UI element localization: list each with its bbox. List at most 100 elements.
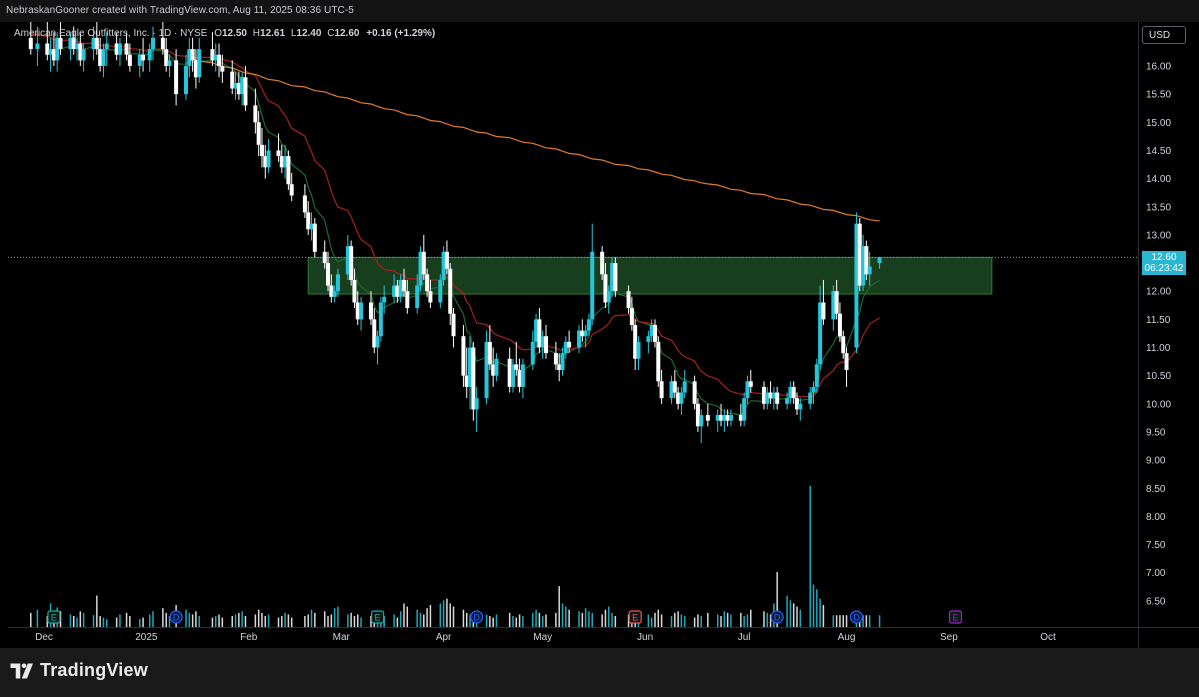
volume-bar (333, 608, 336, 627)
x-tick-label: Aug (838, 632, 856, 643)
y-tick-label: 9.50 (1146, 427, 1166, 438)
volume-bar (508, 612, 511, 627)
volume-bar (647, 614, 650, 627)
candle-body (352, 279, 357, 303)
candle-body (322, 251, 327, 264)
candle-body (256, 122, 261, 145)
volume-bar (195, 611, 197, 627)
candle-body (636, 341, 641, 359)
volume-bar (835, 615, 838, 627)
volume-bar (277, 617, 280, 627)
volume-bar (281, 616, 283, 627)
candle-body (530, 341, 535, 365)
volume-bar (763, 611, 765, 627)
volume-bar (845, 615, 848, 627)
volume-bar (796, 606, 798, 627)
volume-bar (290, 617, 293, 627)
candle-body (877, 257, 882, 264)
volume-bar (307, 614, 309, 627)
candle-body (382, 296, 387, 303)
x-tick-label: Feb (240, 632, 258, 643)
y-tick-label: 6.50 (1146, 596, 1166, 607)
volume-bar (495, 614, 498, 627)
candle-body (217, 54, 222, 66)
volume-bar (584, 608, 587, 627)
y-tick-label: 9.00 (1146, 456, 1166, 467)
candle-body (124, 43, 129, 55)
ema-mid-line (30, 33, 880, 398)
candle-body (444, 251, 449, 269)
volume-bar (786, 595, 788, 627)
volume-bar (106, 619, 108, 627)
y-tick-label: 11.00 (1146, 343, 1171, 354)
volume-bar (541, 616, 544, 627)
volume-bar (819, 598, 821, 627)
volume-bar (535, 609, 537, 627)
volume-bar (568, 609, 570, 627)
volume-bar (674, 612, 676, 627)
x-tick-label: Oct (1040, 632, 1056, 643)
candle-body (425, 274, 430, 292)
candle-body (451, 313, 456, 337)
volume-bar (241, 611, 243, 627)
candle-body (276, 150, 281, 157)
volume-bar (442, 600, 445, 627)
volume-bar (360, 617, 362, 627)
volume-bar (532, 612, 534, 627)
candle-body (748, 381, 753, 387)
candle-body (167, 60, 172, 66)
event-letter: D (473, 613, 480, 623)
volume-bar (657, 609, 660, 627)
candle-body (837, 313, 842, 337)
candle-body (174, 60, 179, 95)
y-tick-label: 8.50 (1146, 484, 1166, 495)
candle-body (742, 398, 747, 421)
candle-body (544, 336, 548, 354)
candle-body (375, 336, 380, 348)
volume-bar (152, 611, 154, 627)
candle-body (629, 308, 634, 325)
last-price-label: 12.60 06:23:42 (1142, 251, 1186, 275)
volume-bar (72, 616, 75, 627)
candle-body (197, 49, 202, 78)
volume-bar (660, 614, 663, 627)
volume-bar (485, 614, 488, 627)
candle-body (58, 37, 63, 50)
volume-bar (399, 611, 402, 627)
candle-body (606, 291, 611, 303)
candle-body (814, 364, 819, 387)
volume-bar (677, 611, 679, 627)
volume-bar (809, 485, 811, 627)
volume-bar (449, 603, 451, 627)
volume-bar (726, 612, 729, 627)
candle-body (867, 266, 872, 275)
volume-bar (515, 617, 518, 627)
volume-bar (878, 615, 881, 627)
volume-bar (92, 615, 95, 627)
volume-bar (740, 612, 742, 627)
tradingview-logo-icon[interactable] (10, 662, 38, 680)
volume-bar (707, 612, 709, 627)
volume-bar (816, 589, 818, 627)
x-tick-label: Dec (35, 632, 53, 643)
candle-body (368, 302, 373, 320)
candle-body (266, 150, 271, 168)
volume-bar (162, 608, 164, 627)
candle-body (104, 43, 109, 50)
volume-bar (347, 614, 349, 627)
y-tick-label: 15.00 (1146, 118, 1171, 129)
volume-bar (545, 614, 547, 627)
volume-bar (218, 614, 220, 627)
tradingview-brand[interactable]: TradingView (40, 660, 148, 681)
event-letter: E (632, 613, 638, 623)
price-chart[interactable]: E D E D E D D E 16.00 15.50 15.00 14.50 14.00 13.50 1… (0, 22, 1199, 648)
volume-bar (76, 617, 78, 627)
currency-button[interactable]: USD (1142, 26, 1186, 44)
volume-bar (185, 609, 187, 627)
y-tick-label: 16.00 (1146, 62, 1171, 73)
volume-bar (82, 612, 85, 627)
event-letter: D (853, 613, 860, 623)
volume-bar (561, 603, 564, 627)
volume-bar (148, 614, 151, 627)
volume-bar (522, 616, 524, 627)
